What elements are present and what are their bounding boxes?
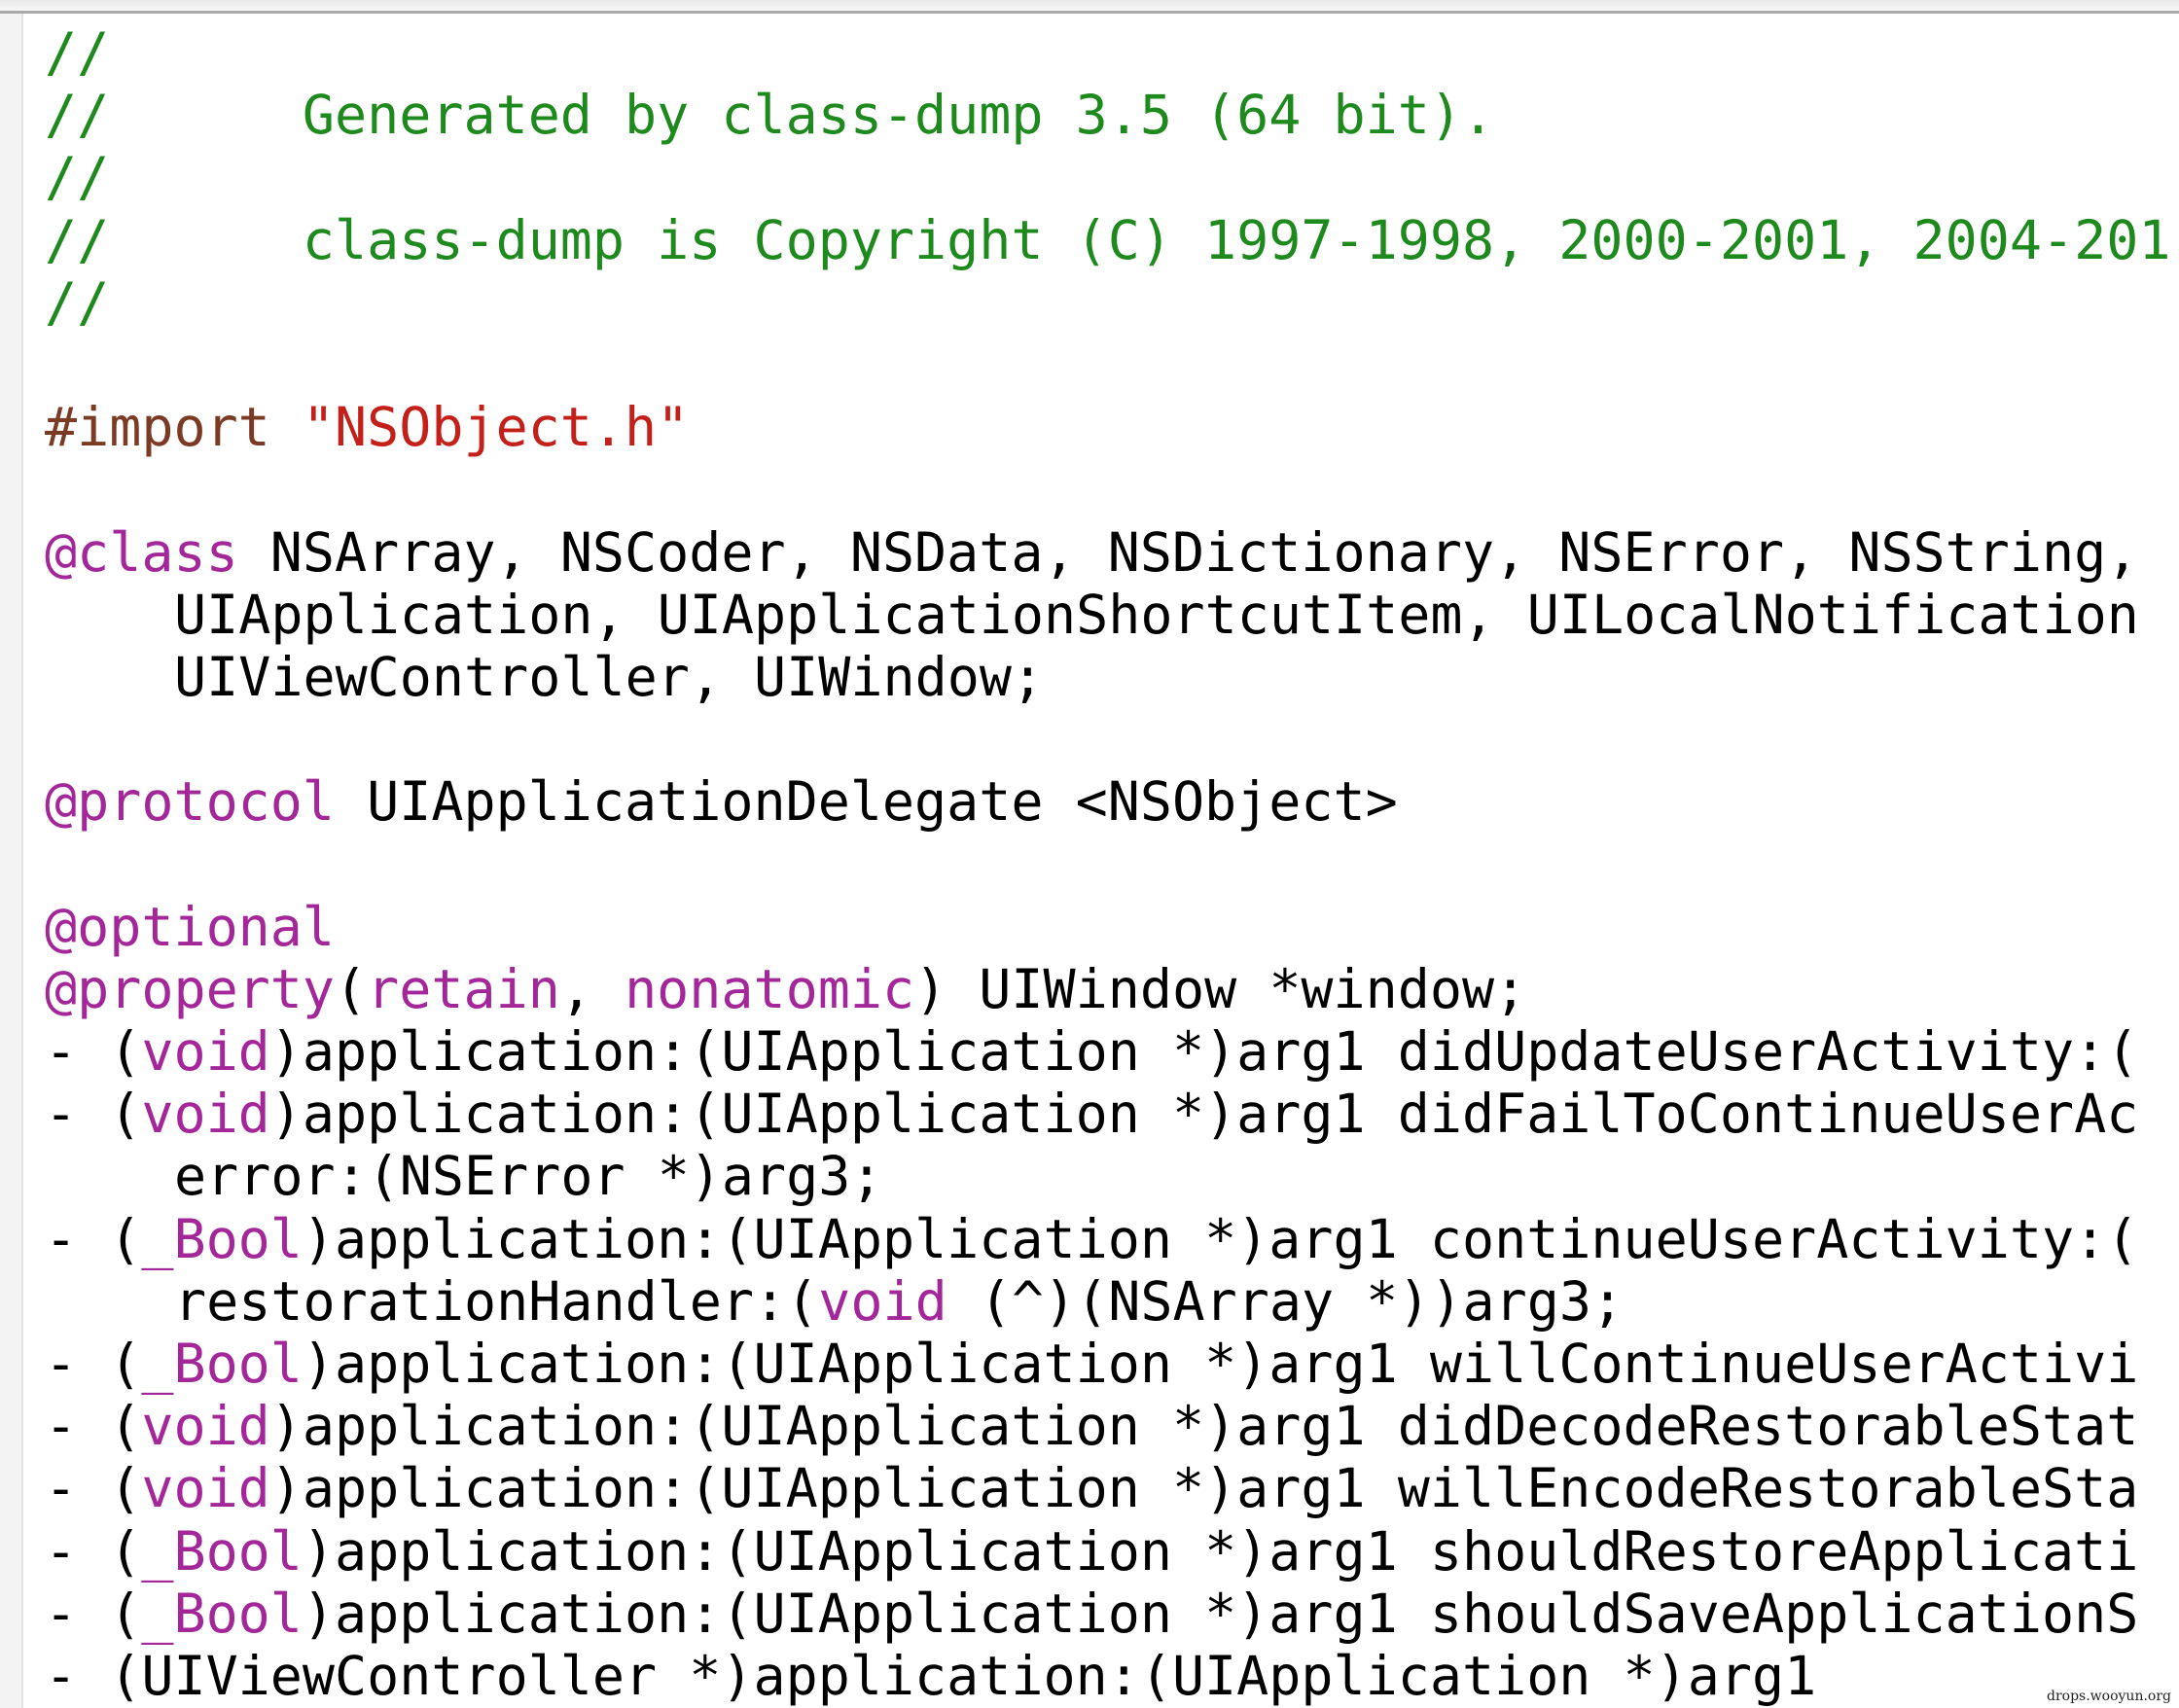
property-declaration: ) UIWindow *window;	[914, 957, 1527, 1020]
protocol-declaration: UIApplicationDelegate <NSObject>	[335, 770, 1398, 834]
code-line-5: //	[45, 271, 2179, 334]
return-type: _Bool	[141, 1519, 303, 1583]
code-line-2: // Generated by class-dump 3.5 (64 bit).	[45, 84, 2179, 146]
code-line-4: // class-dump is Copyright (C) 1997-1998…	[45, 209, 2179, 271]
code-line-26: - (_Bool)application:(UIApplication *)ar…	[45, 1583, 2179, 1645]
code-line-10: UIApplication, UIApplicationShortcutItem…	[45, 584, 2179, 646]
code-line-22: - (_Bool)application:(UIApplication *)ar…	[45, 1333, 2179, 1395]
code-editor-window: // // Generated by class-dump 3.5 (64 bi…	[0, 0, 2179, 1708]
import-directive: #import	[45, 396, 303, 459]
code-line-15: @optional	[45, 896, 2179, 958]
method-prefix: - (	[45, 1083, 142, 1146]
method-signature: )application:(UIApplication *)arg1 conti…	[302, 1207, 2139, 1270]
code-line-1: //	[45, 21, 2179, 84]
method-continuation: error:(NSError *)arg3;	[174, 1145, 883, 1208]
code-line-21: restorationHandler:(void (^)(NSArray *))…	[45, 1270, 2179, 1333]
code-line-25: - (_Bool)application:(UIApplication *)ar…	[45, 1520, 2179, 1583]
code-line-13: @protocol UIApplicationDelegate <NSObjec…	[45, 770, 2179, 833]
return-type: _Bool	[141, 1207, 303, 1270]
window-top-border	[0, 0, 2179, 14]
comment: // Generated by class-dump 3.5 (64 bit).	[45, 84, 1495, 147]
return-type: void	[141, 1020, 270, 1083]
code-line-3: //	[45, 146, 2179, 208]
class-keyword: @class	[45, 520, 238, 584]
return-type: _Bool	[141, 1582, 303, 1645]
method-prefix: - (	[45, 1020, 142, 1083]
method-prefix: - (	[45, 1332, 142, 1395]
code-line-27: - (UIViewController *)application:(UIApp…	[45, 1645, 2179, 1707]
watermark: drops.wooyun.org	[2045, 1689, 2173, 1704]
return-type: _Bool	[141, 1332, 303, 1395]
method-prefix: - (	[45, 1207, 142, 1270]
protocol-keyword: @protocol	[45, 770, 336, 834]
code-line-18: - (void)application:(UIApplication *)arg…	[45, 1083, 2179, 1145]
method-continuation: (^)(NSArray *))arg3;	[947, 1269, 1625, 1333]
editor-gutter	[0, 14, 23, 1708]
method-signature: )application:(UIApplication *)arg1 shoul…	[302, 1519, 2139, 1583]
code-line-7: #import "NSObject.h"	[45, 396, 2179, 458]
comment: // class-dump is Copyright (C) 1997-1998…	[45, 208, 2171, 271]
class-list: UIViewController, UIWindow;	[174, 645, 1045, 708]
method-prefix: - (	[45, 1582, 142, 1645]
code-line-23: - (void)application:(UIApplication *)arg…	[45, 1395, 2179, 1457]
code-line-19: error:(NSError *)arg3;	[45, 1145, 2179, 1207]
code-line-9: @class NSArray, NSCoder, NSData, NSDicti…	[45, 521, 2179, 584]
code-line-24: - (void)application:(UIApplication *)arg…	[45, 1457, 2179, 1519]
comment: //	[45, 21, 110, 84]
code-line-11: UIViewController, UIWindow;	[45, 646, 2179, 708]
method-signature: )application:(UIApplication *)arg1 didUp…	[269, 1020, 2139, 1083]
property-attribute: retain	[367, 957, 560, 1020]
method-signature: )application:(UIApplication *)arg1 willC…	[302, 1332, 2139, 1395]
method-prefix: - (	[45, 1457, 142, 1520]
punctuation: ,	[559, 957, 625, 1020]
class-list: UIApplication, UIApplicationShortcutItem…	[174, 583, 2139, 646]
method-signature: )application:(UIApplication *)arg1 shoul…	[302, 1582, 2139, 1645]
method-continuation: restorationHandler:(	[174, 1269, 819, 1333]
method-signature: )application:(UIApplication *)arg1 didDe…	[269, 1395, 2139, 1458]
return-type: void	[141, 1457, 270, 1520]
code-line-16: @property(retain, nonatomic) UIWindow *w…	[45, 958, 2179, 1020]
method-signature: - (UIViewController *)application:(UIApp…	[45, 1644, 1817, 1707]
return-type: void	[141, 1083, 270, 1146]
comment: //	[45, 270, 110, 334]
import-path: "NSObject.h"	[302, 396, 690, 459]
method-prefix: - (	[45, 1519, 142, 1583]
return-type: void	[141, 1395, 270, 1458]
property-keyword: @property	[45, 957, 336, 1020]
code-line-20: - (_Bool)application:(UIApplication *)ar…	[45, 1208, 2179, 1270]
comment: //	[45, 146, 110, 209]
method-signature: )application:(UIApplication *)arg1 didFa…	[269, 1083, 2139, 1146]
code-line-17: - (void)application:(UIApplication *)arg…	[45, 1020, 2179, 1083]
method-signature: )application:(UIApplication *)arg1 willE…	[269, 1457, 2139, 1520]
method-prefix: - (	[45, 1395, 142, 1458]
code-editor[interactable]: // // Generated by class-dump 3.5 (64 bi…	[45, 21, 2179, 1708]
property-attribute: nonatomic	[625, 957, 915, 1020]
class-list: NSArray, NSCoder, NSData, NSDictionary, …	[237, 520, 2139, 584]
return-type: void	[818, 1269, 947, 1333]
punctuation: (	[335, 957, 368, 1020]
optional-keyword: @optional	[45, 895, 336, 958]
